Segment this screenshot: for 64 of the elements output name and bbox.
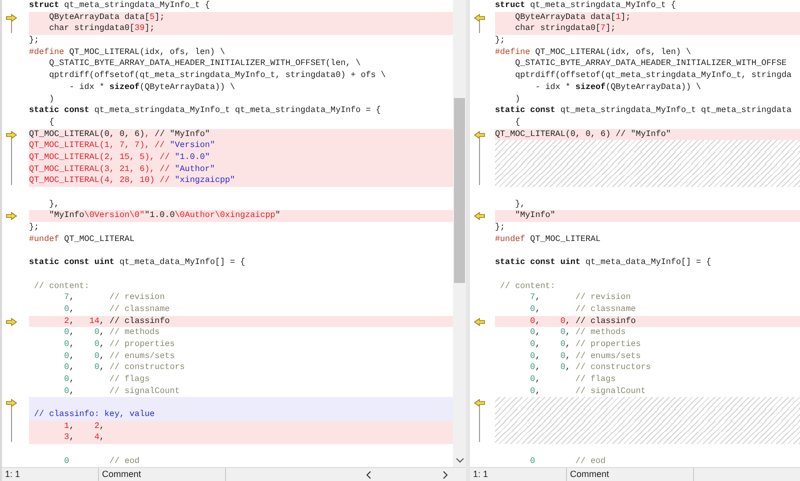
arrow-icon[interactable] — [6, 399, 17, 408]
code-line: 0, // flags — [529, 374, 617, 386]
code-line: 0, // classname — [63, 304, 171, 316]
syntax-mode: Comment — [99, 468, 226, 481]
code-line: 0, 0, // enums/sets — [529, 350, 642, 362]
code-line: ) — [48, 94, 56, 106]
vertical-scrollbar[interactable] — [453, 0, 466, 467]
code-line: 0 // eod — [529, 456, 607, 468]
chevron-down-icon[interactable] — [456, 458, 464, 463]
code-line: }, — [514, 198, 526, 210]
code-line: 0, // signalCount — [63, 386, 181, 398]
code-line: Q_STATIC_BYTE_ARRAY_DATA_HEADER_INITIALIZER_WITH_OFFSE — [514, 58, 788, 70]
arrow-icon[interactable] — [6, 130, 17, 139]
code-line: Q_STATIC_BYTE_ARRAY_DATA_HEADER_INITIALIZER_WITH_OFFSET(len, \ — [48, 58, 362, 70]
code-line: }; — [495, 222, 506, 234]
arrow-icon[interactable] — [6, 212, 17, 220]
code-line: 0 // eod — [63, 456, 141, 468]
arrow-icon[interactable] — [474, 212, 485, 220]
code-line: 0, // signalCount — [529, 386, 647, 398]
code-line: 0, 0, // properties — [63, 338, 176, 351]
code-line: #define QT_MOC_LITERAL(idx, ofs, len) \ — [29, 46, 226, 58]
code-line: static const uint qt_meta_data_MyInfo[] = { — [495, 257, 712, 269]
code-line: 7, // revision — [63, 292, 166, 304]
code-line: 0, 0, // enums/sets — [63, 350, 176, 362]
cursor-position: 1: 1 — [2, 468, 99, 481]
code-line: 0, 0, // properties — [529, 338, 642, 351]
code-line: 0, 0, // constructors — [63, 362, 186, 374]
code-line: { — [48, 116, 56, 129]
code-line: 0, 0, // methods — [63, 327, 161, 339]
code-line: }, — [48, 198, 60, 210]
arrow-icon[interactable] — [474, 14, 485, 22]
code-line: - idx * sizeof(QByteArrayData)) \ — [534, 82, 702, 94]
code-line: 0, 0, // constructors — [529, 362, 652, 374]
code-line: qptrdiff(offsetof(qt_meta_stringdata_MyInfo_t, stringdata0) + ofs \ — [48, 70, 387, 82]
code-line: // content: — [499, 280, 556, 292]
code-line: ) — [514, 94, 522, 106]
code-line: - idx * sizeof(QByteArrayData)) \ — [68, 82, 236, 94]
code-line: 0, 0, // methods — [529, 327, 627, 339]
code-line: #undef QT_MOC_LITERAL — [495, 234, 602, 246]
arrow-icon[interactable] — [474, 130, 485, 139]
chevron-left-icon[interactable] — [366, 470, 371, 478]
chevron-right-icon[interactable] — [443, 470, 448, 478]
code-line: static const qt_meta_stringdata_MyInfo_t qt_meta_stringdata — [495, 105, 793, 117]
code-line: static const uint qt_meta_data_MyInfo[] = { — [29, 257, 246, 269]
code-line: struct qt_meta_stringdata_MyInfo_t { — [29, 0, 211, 12]
code-line: }; — [29, 35, 40, 47]
code-line: // content: — [33, 280, 90, 292]
code-line: }; — [495, 35, 506, 47]
arrow-icon[interactable] — [474, 318, 485, 326]
arrow-icon[interactable] — [6, 318, 17, 326]
code-line: 7, // revision — [529, 292, 632, 304]
cursor-position: 1: 1 — [470, 468, 567, 481]
code-line: struct qt_meta_stringdata_MyInfo_t { — [495, 0, 677, 12]
arrow-icon[interactable] — [474, 399, 485, 408]
code-line: #undef QT_MOC_LITERAL — [29, 234, 136, 246]
code-line: qptrdiff(offsetof(qt_meta_stringdata_MyInfo_t, stringda — [514, 70, 793, 82]
code-line: static const qt_meta_stringdata_MyInfo_t qt_meta_stringdata_MyInfo = { — [29, 105, 382, 117]
syntax-mode: Comment — [567, 468, 694, 481]
code-line: }; — [29, 222, 40, 234]
code-line: #define QT_MOC_LITERAL(idx, ofs, len) \ — [495, 46, 692, 58]
code-line: 0, // classname — [529, 304, 637, 316]
arrow-icon[interactable] — [6, 14, 17, 22]
code-line: 0, // flags — [63, 374, 151, 386]
code-line: { — [514, 116, 522, 129]
